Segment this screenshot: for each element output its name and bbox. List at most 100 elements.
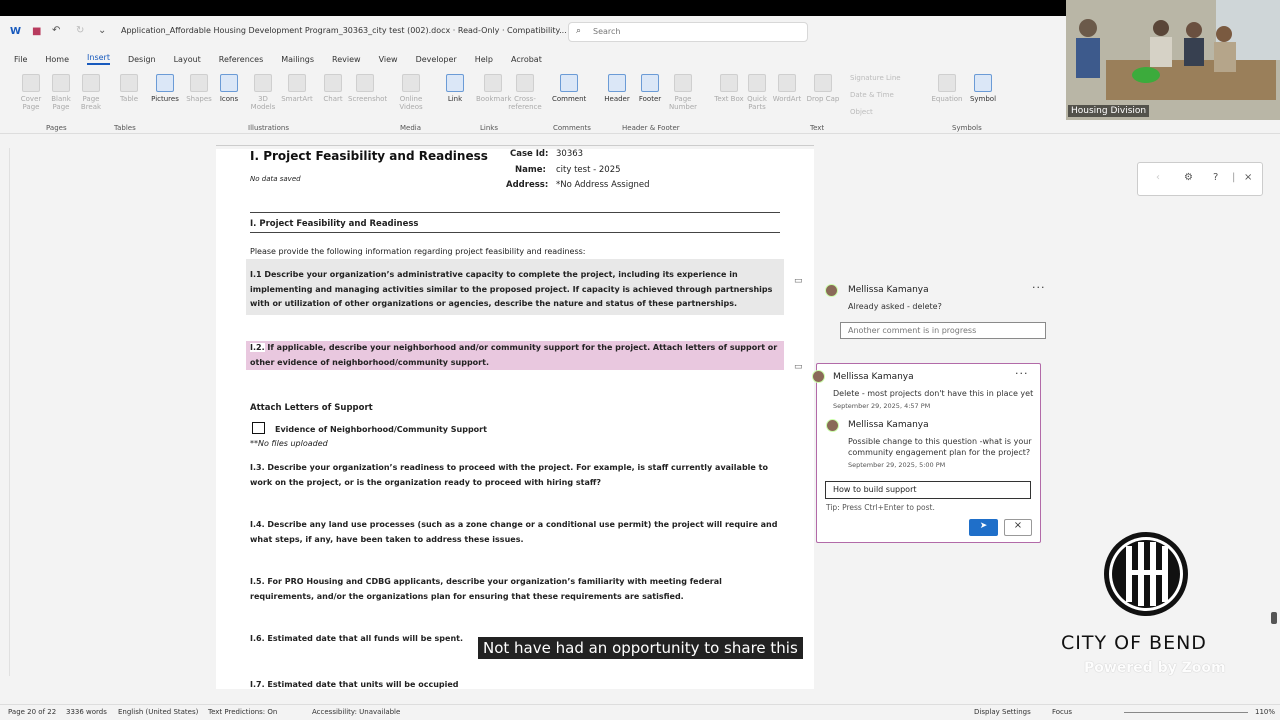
ribbon-comment-button[interactable]: Comment xyxy=(552,74,586,103)
comment-marker-icon[interactable]: ▭ xyxy=(794,276,803,286)
document-page[interactable]: I. Project Feasibility and Readiness No … xyxy=(216,149,814,689)
zoom-slider[interactable] xyxy=(1124,712,1248,713)
question-i2[interactable]: I.2. If applicable, describe your neighb… xyxy=(246,341,784,370)
ribbon-screenshot-button[interactable]: Screenshot xyxy=(348,74,387,103)
comment-thread-2[interactable]: Mellissa Kamanya ··· Delete - most proje… xyxy=(812,363,1041,543)
divider xyxy=(250,212,780,213)
comment-marker-icon[interactable]: ▭ xyxy=(794,362,803,372)
screenshot-icon xyxy=(356,74,374,92)
ribbon-blank-page-button[interactable]: Blank Page xyxy=(44,74,78,111)
link-icon xyxy=(446,74,464,92)
display-settings[interactable]: Display Settings xyxy=(974,708,1031,716)
ribbon-signature-line-item[interactable]: Signature Line xyxy=(850,74,901,82)
tab-view[interactable]: View xyxy=(379,55,398,64)
ribbon-chart-button[interactable]: Chart xyxy=(316,74,350,103)
tab-developer[interactable]: Developer xyxy=(416,55,457,64)
group-label: Media xyxy=(400,124,422,132)
ribbon-object-item[interactable]: Object xyxy=(850,108,873,116)
tab-acrobat[interactable]: Acrobat xyxy=(511,55,542,64)
question-i4[interactable]: I.4. Describe any land use processes (su… xyxy=(250,518,780,547)
ribbon-equation-button[interactable]: Equation xyxy=(930,74,964,103)
focus-mode[interactable]: Focus xyxy=(1052,708,1072,716)
document-title[interactable]: Application_Affordable Housing Developme… xyxy=(121,26,567,35)
ribbon-button-label: Pictures xyxy=(151,95,179,103)
more-options-icon[interactable]: ··· xyxy=(1015,367,1029,380)
tab-insert[interactable]: Insert xyxy=(87,53,110,65)
ribbon-wordart-button[interactable]: WordArt xyxy=(770,74,804,103)
ribbon-button-label: Chart xyxy=(323,95,343,103)
reply-date: September 29, 2025, 5:00 PM xyxy=(848,461,946,469)
horizontal-ruler[interactable] xyxy=(216,138,814,146)
cancel-comment-button[interactable]: × xyxy=(1004,519,1032,536)
ribbon-shapes-button[interactable]: Shapes xyxy=(182,74,216,103)
ribbon-smartart-button[interactable]: SmartArt xyxy=(280,74,314,103)
question-i7[interactable]: I.7. Estimated date that units will be o… xyxy=(250,678,459,689)
ribbon-button-label: Header xyxy=(604,95,630,103)
group-label: Illustrations xyxy=(248,124,290,132)
customize-toolbar-icon[interactable]: ⌄ xyxy=(98,25,106,36)
reply-field[interactable]: Another comment is in progress xyxy=(840,322,1046,339)
redo-icon[interactable]: ↻ xyxy=(76,25,84,36)
tab-layout[interactable]: Layout xyxy=(174,55,201,64)
question-i1[interactable]: I.1 Describe your organization’s adminis… xyxy=(246,259,784,315)
ribbon-header-button[interactable]: Header xyxy=(600,74,634,103)
ribbon-cross-reference-button[interactable]: Cross-reference xyxy=(508,74,542,111)
question-i3[interactable]: I.3. Describe your organization’s readin… xyxy=(250,461,780,490)
tab-help[interactable]: Help xyxy=(475,55,493,64)
ribbon-cover-page-button[interactable]: Cover Page xyxy=(14,74,48,111)
ribbon-icons-button[interactable]: Icons xyxy=(212,74,246,103)
settings-icon[interactable]: ⚙ xyxy=(1184,172,1193,183)
ribbon-online-videos-button[interactable]: Online Videos xyxy=(394,74,428,111)
question-i6[interactable]: I.6. Estimated date that all funds will … xyxy=(250,632,463,647)
reply-input[interactable]: How to build support xyxy=(825,481,1031,499)
ribbon-footer-button[interactable]: Footer xyxy=(633,74,667,103)
tab-home[interactable]: Home xyxy=(45,55,69,64)
ribbon-drop-cap-button[interactable]: Drop Cap xyxy=(806,74,840,103)
text-predictions[interactable]: Text Predictions: On xyxy=(208,708,277,716)
page-indicator[interactable]: Page 20 of 22 xyxy=(8,708,56,716)
tab-review[interactable]: Review xyxy=(332,55,361,64)
ribbon-link-button[interactable]: Link xyxy=(438,74,472,103)
ribbon-quick-parts-button[interactable]: Quick Parts xyxy=(740,74,774,111)
more-options-icon[interactable]: ··· xyxy=(1032,281,1046,294)
word-count[interactable]: 3336 words xyxy=(66,708,107,716)
question-i2-number: I.2. xyxy=(250,343,265,352)
name-value: city test - 2025 xyxy=(556,165,621,175)
save-icon[interactable]: ■ xyxy=(32,26,41,37)
tab-design[interactable]: Design xyxy=(128,55,156,64)
tab-references[interactable]: References xyxy=(219,55,263,64)
comment-thread-1[interactable]: Mellissa Kamanya ··· Already asked - del… xyxy=(825,279,1054,347)
ribbon-button-label: WordArt xyxy=(772,95,802,103)
group-label: Header & Footer xyxy=(622,124,680,132)
pictures-icon xyxy=(156,74,174,92)
page-number-icon xyxy=(674,74,692,92)
ribbon-bookmark-button[interactable]: Bookmark xyxy=(476,74,511,103)
comment-text: Delete - most projects don't have this i… xyxy=(833,389,1034,398)
close-pane-icon[interactable]: × xyxy=(1244,172,1252,183)
language[interactable]: English (United States) xyxy=(118,708,198,716)
equation-icon xyxy=(938,74,956,92)
ribbon-page-break-button[interactable]: Page Break xyxy=(74,74,108,111)
ribbon-table-button[interactable]: Table xyxy=(112,74,146,103)
previous-icon[interactable]: ‹ xyxy=(1156,172,1160,183)
scrollbar-thumb[interactable] xyxy=(1271,612,1277,624)
tab-mailings[interactable]: Mailings xyxy=(281,55,314,64)
ribbon-pictures-button[interactable]: Pictures xyxy=(148,74,182,103)
question-i5[interactable]: I.5. For PRO Housing and CDBG applicants… xyxy=(250,575,780,604)
zoom-level[interactable]: 110% xyxy=(1255,708,1275,716)
ribbon-page-number-button[interactable]: Page Number xyxy=(666,74,700,111)
search-box[interactable]: ⌕ Search xyxy=(568,22,808,42)
ribbon-symbol-button[interactable]: Symbol xyxy=(966,74,1000,103)
post-comment-button[interactable]: ➤ xyxy=(969,519,998,536)
accessibility-status[interactable]: Accessibility: Unavailable xyxy=(312,708,400,716)
tab-file[interactable]: File xyxy=(14,55,27,64)
evidence-checkbox[interactable] xyxy=(252,422,265,434)
chart-icon xyxy=(324,74,342,92)
bookmark-icon xyxy=(484,74,502,92)
undo-icon[interactable]: ↶ xyxy=(52,25,60,36)
help-icon[interactable]: ? xyxy=(1213,172,1218,183)
group-label: Comments xyxy=(553,124,591,132)
ribbon-3d-models-button[interactable]: 3D Models xyxy=(246,74,280,111)
vertical-ruler xyxy=(0,148,10,676)
ribbon-date-time-item[interactable]: Date & Time xyxy=(850,91,894,99)
